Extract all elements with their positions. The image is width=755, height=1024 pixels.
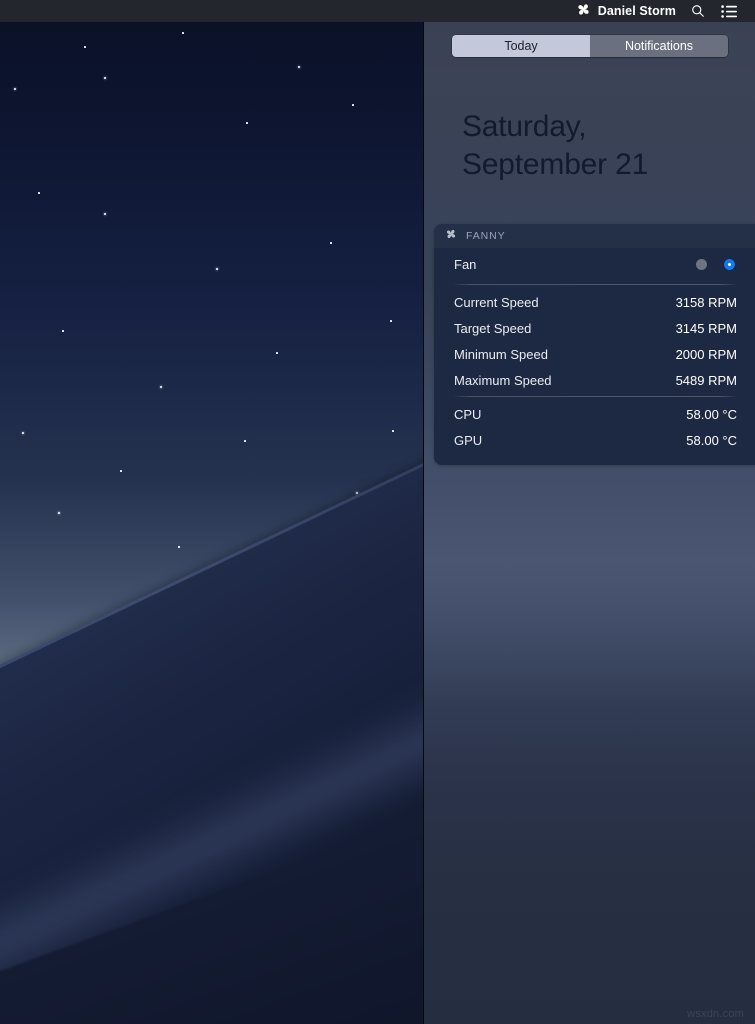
screen: Daniel Storm Today Notifications Saturda…: [0, 0, 755, 1024]
gpu-label: GPU: [454, 432, 483, 448]
fan-option-2-radio[interactable]: [724, 259, 735, 270]
fan-radio-group: [696, 259, 737, 270]
notification-center-tabs: Today Notifications: [452, 35, 728, 57]
menu-bar: Daniel Storm: [0, 0, 755, 22]
menubar-user-name: Daniel Storm: [597, 4, 676, 18]
current-speed-label: Current Speed: [454, 294, 539, 310]
divider: [454, 396, 737, 397]
gpu-value: 58.00 °C: [686, 432, 737, 448]
list-icon[interactable]: [713, 0, 745, 22]
table-row: GPU 58.00 °C: [454, 427, 737, 453]
minimum-speed-label: Minimum Speed: [454, 346, 548, 362]
notification-center-panel: Today Notifications Saturday, September …: [423, 22, 755, 1024]
minimum-speed-value: 2000 RPM: [675, 346, 737, 362]
tab-today[interactable]: Today: [452, 35, 590, 57]
fanny-widget-body: Fan Current Speed 3158 RPM Target Speed: [434, 248, 755, 465]
fan-selector-row: Fan: [454, 248, 737, 281]
maximum-speed-value: 5489 RPM: [675, 372, 737, 388]
fan-blade-icon: [445, 227, 457, 245]
table-row: Minimum Speed 2000 RPM: [454, 341, 737, 367]
cpu-value: 58.00 °C: [686, 406, 737, 422]
watermark: wsxdn.com: [687, 1008, 744, 1020]
table-row: CPU 58.00 °C: [454, 401, 737, 427]
fan-option-1-radio[interactable]: [696, 259, 707, 270]
search-icon[interactable]: [683, 0, 713, 22]
date-heading: Saturday, September 21: [462, 108, 732, 184]
fan-blade-icon: [576, 2, 591, 20]
table-row: Current Speed 3158 RPM: [454, 289, 737, 315]
sand-dune: [0, 0, 423, 1024]
current-speed-value: 3158 RPM: [675, 294, 737, 310]
fan-label: Fan: [454, 257, 477, 272]
cpu-label: CPU: [454, 406, 482, 422]
fanny-widget-header[interactable]: FANNY: [434, 224, 755, 248]
target-speed-value: 3145 RPM: [675, 320, 737, 336]
date-weekday: Saturday,: [462, 110, 587, 143]
table-row: Maximum Speed 5489 RPM: [454, 367, 737, 393]
desktop-wallpaper: [0, 0, 423, 1024]
table-row: Target Speed 3145 RPM: [454, 315, 737, 341]
fanny-widget: FANNY Fan Current Speed 3158 RPM Target …: [434, 224, 755, 465]
divider: [454, 284, 737, 285]
date-month-day: September 21: [462, 147, 649, 181]
tab-notifications[interactable]: Notifications: [590, 35, 728, 57]
target-speed-label: Target Speed: [454, 320, 532, 336]
maximum-speed-label: Maximum Speed: [454, 372, 552, 388]
fanny-widget-title: FANNY: [466, 230, 506, 242]
menubar-user-menu[interactable]: Daniel Storm: [572, 0, 683, 22]
